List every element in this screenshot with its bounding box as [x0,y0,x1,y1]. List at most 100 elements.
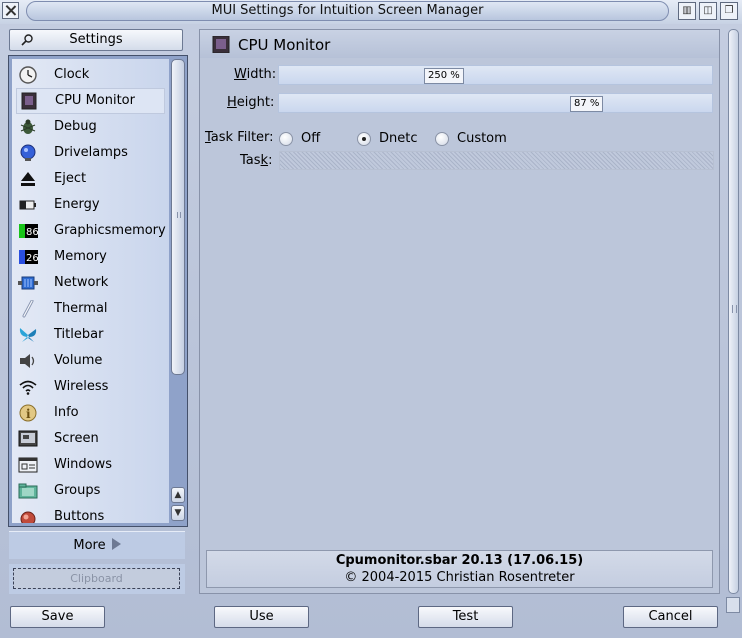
graphics-memory-icon: 86 [19,224,38,238]
list-item-buttons[interactable]: Buttons [12,504,169,523]
clipboard-area: Clipboard [9,564,185,594]
task-filter-label: Task Filter: [205,130,274,145]
copyright-text: © 2004-2015 Christian Rosentreter [344,570,575,585]
network-icon [18,276,38,290]
save-button[interactable]: Save [10,606,105,628]
list-item-eject[interactable]: Eject [12,166,169,192]
list-scrollbar-thumb[interactable] [171,59,185,375]
version-info: Cpumonitor.sbar 20.13 (17.06.15) © 2004-… [206,550,713,588]
list-item-network[interactable]: Network [12,270,169,296]
scroll-down-icon[interactable]: ▼ [171,505,185,521]
list-item-info[interactable]: i Info [12,400,169,426]
wireless-icon [19,380,37,395]
list-item-label: Wireless [54,379,109,394]
search-icon [21,34,33,46]
window-title[interactable]: MUI Settings for Intuition Screen Manage… [26,1,669,21]
cpu-monitor-panel: CPU Monitor Width: 250 % Height: 87 % Ta… [199,29,720,594]
radio-off-label[interactable]: Off [301,131,320,146]
iconify-icon[interactable]: ▥ [678,2,696,20]
settings-window: Settings Clock CPU Monitor Debug Drivela… [0,24,742,638]
buttons-icon [20,511,36,523]
battery-icon [19,200,36,210]
svg-text:i: i [26,407,31,421]
list-item-titlebar[interactable]: Titlebar [12,322,169,348]
folder-icon [18,483,38,499]
more-button-label: More [73,538,106,553]
list-scrollbar[interactable]: ▲ ▼ [171,59,185,523]
radio-custom[interactable] [435,132,449,146]
info-icon: i [19,404,37,422]
butterfly-icon [19,328,37,342]
list-item-wireless[interactable]: Wireless [12,374,169,400]
list-item-label: Debug [54,119,97,134]
list-item-debug[interactable]: Debug [12,114,169,140]
settings-button-label: Settings [69,32,123,47]
list-item-graphicsmemory[interactable]: 86 Graphicsmemory [12,218,169,244]
list-item-label: Thermal [54,301,108,316]
radio-off[interactable] [279,132,293,146]
resize-handle-icon[interactable] [726,597,740,613]
list-item-label: Memory [54,249,107,264]
settings-list-items: Clock CPU Monitor Debug Drivelamps Eject… [12,59,169,523]
settings-button[interactable]: Settings [9,29,183,51]
list-item-windows[interactable]: Windows [12,452,169,478]
more-button[interactable]: More [9,531,185,559]
panel-title: CPU Monitor [238,36,331,54]
screen-icon [18,430,38,447]
height-label: Height: [227,95,275,110]
version-text: Cpumonitor.sbar 20.13 (17.06.15) [335,553,584,568]
list-item-energy[interactable]: Energy [12,192,169,218]
list-item-clock[interactable]: Clock [12,62,169,88]
radio-dnetc-label[interactable]: Dnetc [379,131,418,146]
height-slider[interactable]: 87 % [278,93,713,113]
task-input[interactable] [279,151,714,170]
width-slider[interactable]: 250 % [278,65,713,85]
list-item-label: Energy [54,197,100,212]
list-item-label: Eject [54,171,87,186]
play-arrow-icon [111,538,121,550]
radio-dnetc[interactable] [357,132,371,146]
list-item-label: Network [54,275,109,290]
task-label: Task: [240,153,273,168]
height-slider-knob[interactable]: 87 % [570,96,604,112]
bug-icon [20,119,36,134]
list-item-volume[interactable]: Volume [12,348,169,374]
window-scrollbar[interactable] [728,29,739,594]
list-item-memory[interactable]: 26 Memory [12,244,169,270]
list-item-label: CPU Monitor [55,93,135,108]
list-item-label: Graphicsmemory [54,223,166,238]
width-label: Width: [234,67,277,82]
panel-header: CPU Monitor [200,30,719,58]
scroll-up-icon[interactable]: ▲ [171,487,185,503]
windows-icon [18,457,38,473]
memory-badge: 26 [26,253,38,264]
test-button[interactable]: Test [418,606,513,628]
clipboard-button[interactable]: Clipboard [13,568,180,589]
zoom-icon[interactable]: ◫ [699,2,717,20]
drivelamp-icon [20,144,36,161]
cancel-button[interactable]: Cancel [623,606,718,628]
list-item-label: Buttons [54,509,105,523]
clock-icon [19,66,37,84]
use-button[interactable]: Use [214,606,309,628]
close-window-icon[interactable] [2,2,19,19]
graphics-memory-badge: 86 [26,227,38,238]
radio-custom-label[interactable]: Custom [457,131,507,146]
cpu-monitor-icon [212,36,230,53]
list-item-drivelamps[interactable]: Drivelamps [12,140,169,166]
eject-icon [21,172,35,186]
list-item-label: Drivelamps [54,145,128,160]
list-item-label: Volume [54,353,103,368]
thermometer-icon [22,300,34,318]
list-item-label: Titlebar [54,327,104,342]
list-item-screen[interactable]: Screen [12,426,169,452]
list-item-groups[interactable]: Groups [12,478,169,504]
list-item-thermal[interactable]: Thermal [12,296,169,322]
title-bar: MUI Settings for Intuition Screen Manage… [0,0,742,25]
width-slider-knob[interactable]: 250 % [424,68,464,84]
depth-icon[interactable]: ❐ [720,2,738,20]
settings-list: Clock CPU Monitor Debug Drivelamps Eject… [8,55,188,527]
speaker-icon [20,354,35,368]
list-item-label: Screen [54,431,99,446]
list-item-cpu-monitor[interactable]: CPU Monitor [16,88,165,114]
